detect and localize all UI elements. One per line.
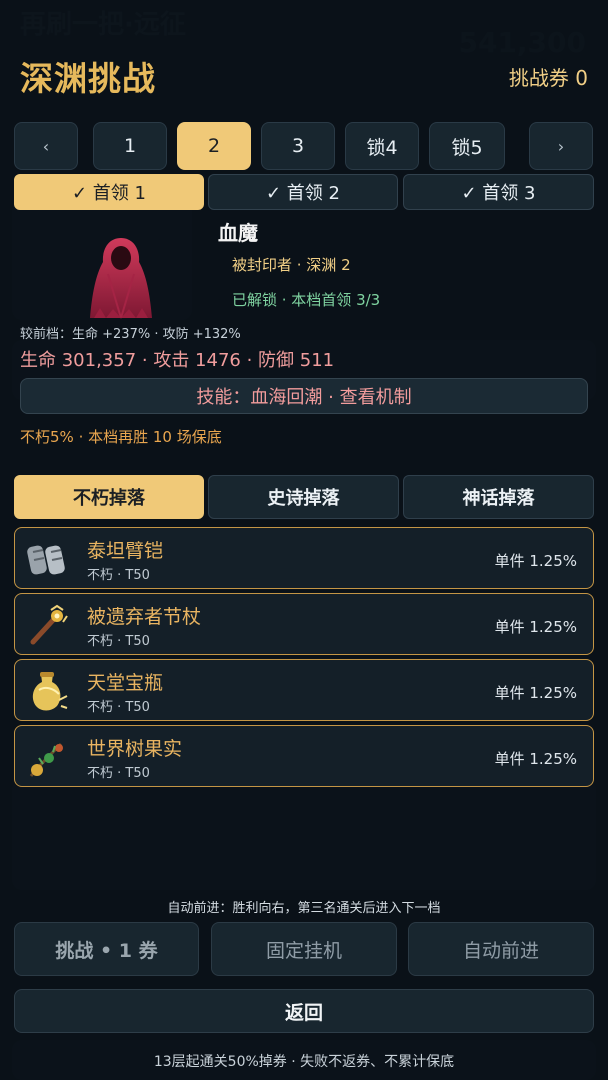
loot-item[interactable]: 世界树果实 不朽 · T50 单件 1.25% — [14, 725, 594, 787]
tab-epic-drops[interactable]: 史诗掉落 — [208, 475, 399, 519]
bracer-icon — [27, 545, 65, 575]
tier-button-5-locked[interactable]: 锁5 — [429, 122, 505, 170]
abyss-challenge-panel: 深渊挑战 挑战券 0 ‹ 1 2 3 锁4 锁5 › ✓ 首领 1 ✓ 首领 2… — [0, 0, 608, 1080]
back-button[interactable]: 返回 — [14, 989, 594, 1033]
boss-name: 血魔 — [218, 221, 258, 245]
tier-next-button[interactable]: › — [529, 122, 593, 170]
auto-advance-button[interactable]: 自动前进 — [408, 922, 594, 976]
boss-tab-1[interactable]: ✓ 首领 1 — [14, 174, 204, 210]
auto-advance-hint: 自动前进：胜利向右，第三名通关后进入下一档 — [167, 901, 441, 916]
challenge-button[interactable]: 挑战 • 1 券 — [14, 922, 199, 976]
page-title: 深渊挑战 — [20, 59, 156, 98]
boss-tab-3[interactable]: ✓ 首领 3 — [403, 174, 594, 210]
loot-item-tier: 不朽 · T50 — [87, 700, 150, 715]
loot-item-rate: 单件 1.25% — [494, 552, 577, 570]
boss-unlock-status: 已解锁 · 本档首领 3/3 — [232, 291, 381, 309]
vial-icon — [32, 672, 68, 711]
loot-item-name: 被遗弃者节杖 — [87, 606, 202, 628]
tab-immortal-drops[interactable]: 不朽掉落 — [14, 475, 204, 519]
blood-demon-portrait — [90, 238, 152, 319]
tier-button-4-locked[interactable]: 锁4 — [345, 122, 419, 170]
pity-counter: 不朽5% · 本档再胜 10 场保底 — [20, 428, 222, 446]
loot-item-tier: 不朽 · T50 — [87, 568, 150, 583]
loot-item[interactable]: 泰坦臂铠 不朽 · T50 单件 1.25% — [14, 527, 594, 589]
view-skill-button[interactable]: 技能：血海回潮 · 查看机制 — [20, 378, 588, 414]
loot-item-name: 天堂宝瓶 — [87, 672, 164, 694]
boss-subtitle: 被封印者 · 深渊 2 — [232, 256, 351, 274]
loot-item-rate: 单件 1.25% — [494, 684, 577, 702]
boss-stats: 生命 301,357 · 攻击 1476 · 防御 511 — [20, 350, 335, 371]
fixed-idle-button[interactable]: 固定挂机 — [211, 922, 397, 976]
loot-item[interactable]: 天堂宝瓶 不朽 · T50 单件 1.25% — [14, 659, 594, 721]
tier-button-1[interactable]: 1 — [93, 122, 167, 170]
footer-note: 13层起通关50%掉券 · 失败不返券、不累计保底 — [153, 1054, 455, 1070]
loot-item-tier: 不朽 · T50 — [87, 766, 150, 781]
loot-item-rate: 单件 1.25% — [494, 750, 577, 768]
loot-item-name: 世界树果实 — [87, 738, 183, 760]
ticket-count: 挑战券 0 — [508, 66, 588, 90]
tier-button-3[interactable]: 3 — [261, 122, 335, 170]
tier-button-2[interactable]: 2 — [177, 122, 251, 170]
loot-item-rate: 单件 1.25% — [494, 618, 577, 636]
tab-mythic-drops[interactable]: 神话掉落 — [403, 475, 594, 519]
loot-item-tier: 不朽 · T50 — [87, 634, 150, 649]
stat-comparison: 较前档：生命 +237% · 攻防 +132% — [20, 327, 241, 342]
tier-prev-button[interactable]: ‹ — [14, 122, 78, 170]
loot-item-name: 泰坦臂铠 — [87, 540, 164, 562]
fruit-icon — [29, 742, 63, 777]
scepter-icon — [30, 604, 68, 645]
boss-tab-2[interactable]: ✓ 首领 2 — [208, 174, 398, 210]
loot-item[interactable]: 被遗弃者节杖 不朽 · T50 单件 1.25% — [14, 593, 594, 655]
